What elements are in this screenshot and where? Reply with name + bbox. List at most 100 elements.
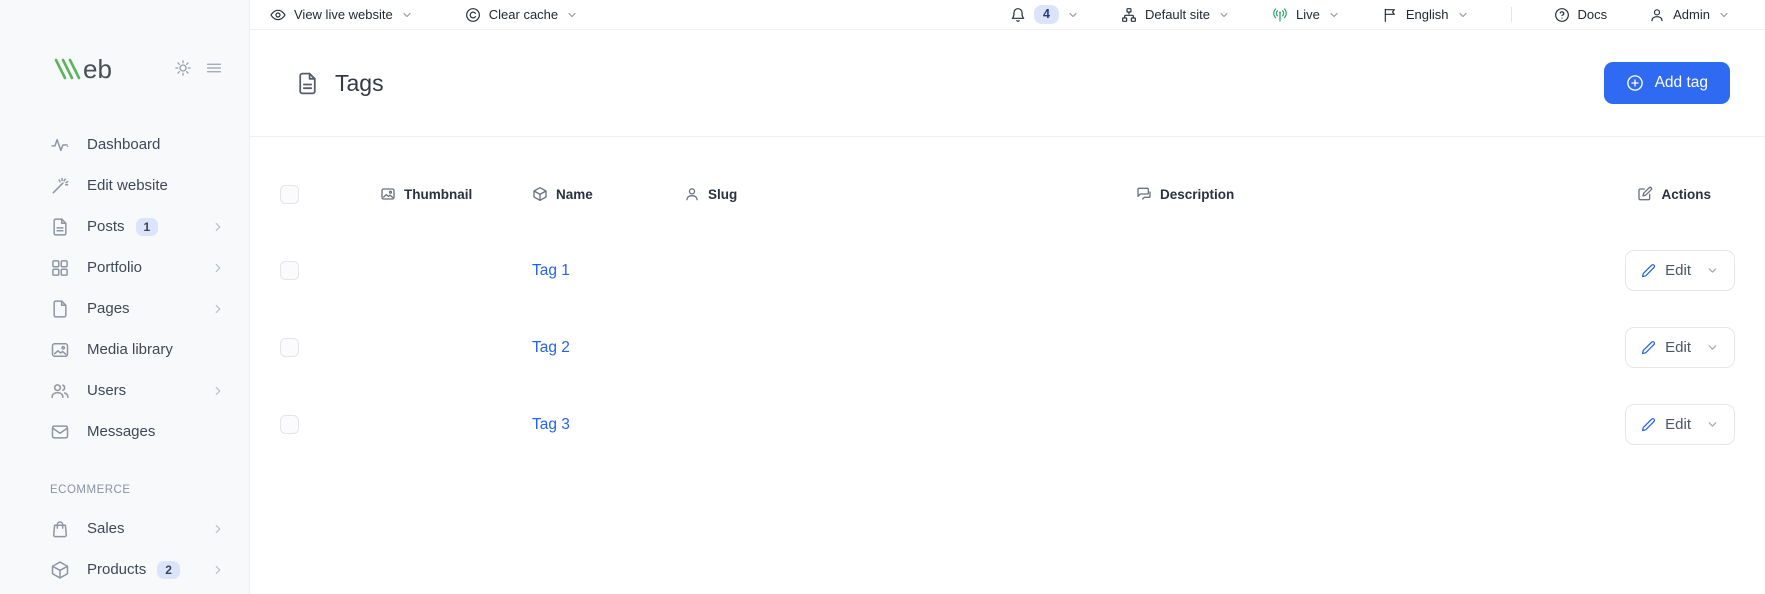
- sidebar-item-label: Sales: [87, 520, 125, 537]
- pencil-icon: [1641, 263, 1656, 278]
- view-live-website-button[interactable]: View live website: [270, 7, 413, 23]
- language-selector[interactable]: English: [1382, 7, 1469, 23]
- sidebar-header: eb: [0, 0, 249, 84]
- page-header: Tags Add tag: [250, 30, 1765, 137]
- language-label: English: [1406, 7, 1449, 22]
- notifications-button[interactable]: 4: [1010, 5, 1079, 24]
- row-select-cell: [280, 415, 380, 434]
- table-row: Tag 2 Edit: [280, 309, 1735, 386]
- clear-cache-button[interactable]: Clear cache: [465, 7, 578, 23]
- add-tag-button[interactable]: Add tag: [1604, 62, 1730, 104]
- site-selector[interactable]: Default site: [1121, 7, 1230, 23]
- sidebar-item-pages[interactable]: Pages: [0, 288, 249, 329]
- menu-icon[interactable]: [205, 59, 223, 77]
- sitemap-icon: [1121, 7, 1137, 23]
- cube-icon: [50, 560, 70, 580]
- clear-cache-icon: [465, 7, 481, 23]
- chevron-down-icon: [1706, 264, 1719, 277]
- sidebar-item-dashboard[interactable]: Dashboard: [0, 124, 249, 165]
- view-live-website-label: View live website: [294, 7, 393, 22]
- sidebar-item-posts[interactable]: Posts 1: [0, 206, 249, 247]
- column-header-name: Name: [532, 186, 684, 202]
- sidebar-item-messages[interactable]: Messages: [0, 411, 249, 452]
- page-title-group: Tags: [295, 70, 384, 97]
- topbar-right: 4 Default site Live English: [1010, 5, 1730, 24]
- select-all-checkbox[interactable]: [280, 185, 299, 204]
- broadcast-icon: [1272, 7, 1288, 23]
- edit-button[interactable]: Edit: [1625, 327, 1735, 368]
- sidebar-item-edit-website[interactable]: Edit website: [0, 165, 249, 206]
- edit-square-icon: [1637, 186, 1653, 202]
- sidebar-item-media-library[interactable]: Media library: [0, 329, 249, 370]
- sidebar-item-label: Products: [87, 561, 146, 578]
- sidebar-item-label: Posts: [87, 218, 125, 235]
- environment-status[interactable]: Live: [1272, 7, 1340, 23]
- column-header-label: Description: [1160, 187, 1234, 202]
- edit-button-label: Edit: [1665, 416, 1691, 433]
- docs-link[interactable]: Docs: [1554, 7, 1608, 23]
- row-checkbox[interactable]: [280, 261, 299, 280]
- site-selector-label: Default site: [1145, 7, 1210, 22]
- mail-icon: [50, 422, 70, 442]
- chevron-down-icon: [401, 9, 413, 21]
- row-checkbox[interactable]: [280, 415, 299, 434]
- row-checkbox[interactable]: [280, 338, 299, 357]
- pencil-icon: [1641, 417, 1656, 432]
- edit-button[interactable]: Edit: [1625, 404, 1735, 445]
- chevron-down-icon: [1718, 9, 1730, 21]
- sidebar-item-products[interactable]: Products 2: [0, 549, 249, 590]
- sidebar-tools: [174, 59, 223, 77]
- column-header-label: Name: [556, 187, 593, 202]
- table-row: Tag 1 Edit: [280, 232, 1735, 309]
- chevron-right-icon: [211, 384, 225, 398]
- sidebar-section-ecommerce: ECOMMERCE: [0, 452, 249, 508]
- clear-cache-label: Clear cache: [489, 7, 558, 22]
- user-icon: [1649, 7, 1665, 23]
- environment-label: Live: [1296, 7, 1320, 22]
- edit-button-label: Edit: [1665, 339, 1691, 356]
- edit-button-label: Edit: [1665, 262, 1691, 279]
- tag-name-link[interactable]: Tag 1: [532, 262, 570, 279]
- plus-circle-icon: [1626, 74, 1644, 92]
- column-header-description: Description: [1136, 186, 1614, 202]
- topbar: View live website Clear cache 4 Def: [250, 0, 1765, 30]
- sidebar-item-label: Messages: [87, 423, 155, 440]
- chevron-down-icon: [1706, 418, 1719, 431]
- comment-icon: [1136, 186, 1152, 202]
- posts-count-badge: 1: [136, 218, 159, 236]
- chevron-down-icon: [566, 9, 578, 21]
- users-icon: [50, 381, 70, 401]
- table-header-row: Thumbnail Name Slug Description Actions: [280, 174, 1735, 214]
- add-tag-button-label: Add tag: [1655, 74, 1708, 92]
- brand-logo-text: eb: [83, 54, 112, 84]
- sidebar-item-sales[interactable]: Sales: [0, 508, 249, 549]
- topbar-divider: [1511, 7, 1512, 22]
- select-all-cell: [280, 185, 380, 204]
- sidebar: eb Dashboard Edit website Posts 1: [0, 0, 250, 594]
- theme-sun-icon[interactable]: [174, 59, 192, 77]
- magic-wand-icon: [50, 176, 70, 196]
- chevron-right-icon: [211, 563, 225, 577]
- tag-name-link[interactable]: Tag 2: [532, 339, 570, 356]
- tags-table: Thumbnail Name Slug Description Actions: [250, 137, 1765, 463]
- sidebar-item-portfolio[interactable]: Portfolio: [0, 247, 249, 288]
- activity-icon: [50, 135, 70, 155]
- chevron-down-icon: [1328, 9, 1340, 21]
- notifications-count-badge: 4: [1034, 5, 1059, 24]
- main-area: View live website Clear cache 4 Def: [250, 0, 1765, 594]
- brand-logo-icon: eb: [50, 52, 132, 84]
- tag-name-link[interactable]: Tag 3: [532, 416, 570, 433]
- sidebar-item-users[interactable]: Users: [0, 370, 249, 411]
- chevron-down-icon: [1706, 341, 1719, 354]
- chevron-right-icon: [211, 220, 225, 234]
- name-cell: Tag 2: [532, 339, 684, 357]
- cube-icon: [532, 186, 548, 202]
- app: eb Dashboard Edit website Posts 1: [0, 0, 1765, 594]
- page-title: Tags: [335, 70, 384, 97]
- edit-button[interactable]: Edit: [1625, 250, 1735, 291]
- image-icon: [380, 186, 396, 202]
- account-menu[interactable]: Admin: [1649, 7, 1730, 23]
- flag-icon: [1382, 7, 1398, 23]
- eye-icon: [270, 7, 286, 23]
- page-icon: [50, 299, 70, 319]
